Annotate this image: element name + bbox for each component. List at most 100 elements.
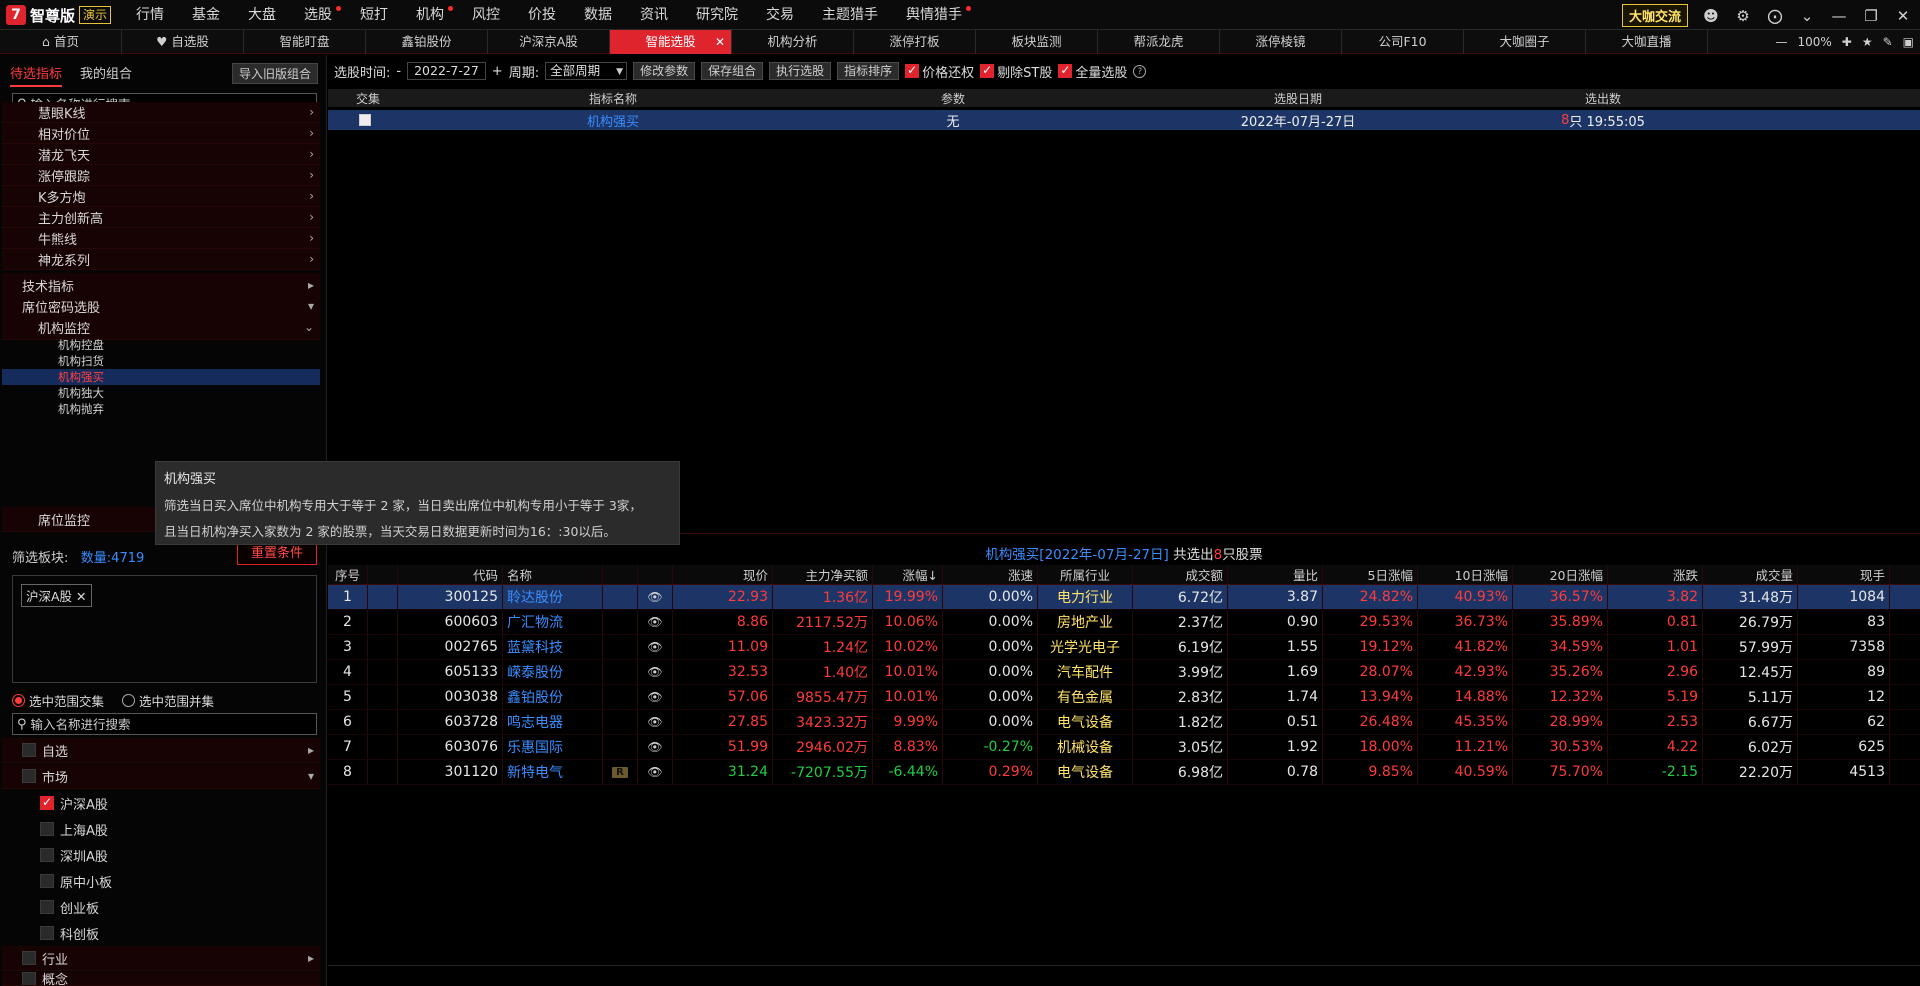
fullscreen-icon[interactable]: ▣ [1903,35,1914,49]
stock-code[interactable]: 301120 [398,760,503,784]
col-indicator-name[interactable]: 指标名称 [408,89,818,107]
chip-close-icon[interactable]: ✕ [76,589,86,604]
menu-item-3[interactable]: 选股 [290,0,346,30]
col-header-10[interactable]: 所属行业 [1038,565,1133,584]
market-item-5[interactable]: 科创板 [2,920,320,946]
tree-group-2[interactable]: 潜龙飞天 › [2,144,320,165]
exclude-st-checkbox[interactable]: 剔除ST股 [980,62,1052,81]
radio-intersect[interactable]: 选中范围交集 [12,691,104,710]
checkbox-icon[interactable] [359,114,371,126]
tab-4[interactable]: 沪深京A股 [488,30,610,54]
col-count[interactable]: 选出数 [1508,89,1698,107]
restore-icon[interactable]: ❐ [1862,7,1880,25]
checkbox-icon[interactable] [22,972,36,985]
checkbox-icon[interactable] [40,848,54,862]
inst-item-0[interactable]: 机构控盘 [2,337,320,353]
menu-item-10[interactable]: 研究院 [682,0,752,30]
compass-icon[interactable]: ⨀ [1766,7,1784,25]
tab-my-combos[interactable]: 我的组合 [80,63,132,87]
col-header-16[interactable]: 涨跌 [1608,565,1703,584]
checkbox-icon[interactable] [22,951,36,965]
col-header-0[interactable]: 序号 [328,565,368,584]
stock-code[interactable]: 603728 [398,710,503,734]
eye-icon[interactable]: 👁 [647,640,662,654]
watch[interactable]: 👁 [638,760,673,784]
tree-group-3[interactable]: 涨停跟踪 › [2,165,320,186]
execute-screen-button[interactable]: 执行选股 [769,62,832,80]
date-minus-button[interactable]: - [396,64,401,79]
stock-code[interactable]: 605133 [398,660,503,684]
market-item-3[interactable]: 原中小板 [2,868,320,894]
table-row[interactable]: 1 300125 聆达股份 👁 22.93 1.36亿 19.99% 0.00% 电力行业 6.7… [328,585,1920,610]
table-row[interactable]: 6 603728 鸣志电器 👁 27.85 3423.32万 9.99% 0.00% 电气设备 1… [328,710,1920,735]
indicator-name[interactable]: 机构强买 [408,110,818,130]
settings-icon[interactable]: ⚙ [1734,7,1752,25]
big-cafe-button[interactable]: 大咖交流 [1621,4,1688,27]
pen-icon[interactable]: ✎ [1883,35,1893,49]
checkbox-icon[interactable] [40,874,54,888]
table-row[interactable]: 7 603076 乐惠国际 👁 51.99 2946.02万 8.83% -0.27% 机械设备… [328,735,1920,760]
tree-group-0[interactable]: 慧眼K线 › [2,102,320,123]
market-item-0[interactable]: 沪深A股 [2,790,320,816]
indicator-row[interactable]: 机构强买 无 2022年-07月-27日 8只 19:55:05 [328,110,1920,130]
tab-1[interactable]: ♥ 自选股 [122,30,244,54]
close-icon[interactable]: ✕ [1894,7,1912,25]
tree-group-5[interactable]: 主力创新高 › [2,207,320,228]
sort-indicators-button[interactable]: 指标排序 [837,62,900,80]
menu-item-9[interactable]: 资讯 [626,0,682,30]
tab-10[interactable]: 涨停棱镜 [1220,30,1342,54]
menu-item-13[interactable]: 舆情猎手 [892,0,976,30]
eye-icon[interactable]: 👁 [647,615,662,629]
col-header-7[interactable]: 主力净买额 [773,565,873,584]
eye-icon[interactable]: 👁 [647,715,662,729]
col-header-5[interactable] [638,565,673,584]
user-icon[interactable]: ☻ [1702,7,1720,25]
inst-item-4[interactable]: 机构抛弃 [2,401,320,417]
checkbox-icon[interactable] [40,822,54,836]
menu-item-0[interactable]: 行情 [122,0,178,30]
menu-item-8[interactable]: 数据 [570,0,626,30]
col-header-18[interactable]: 现手 [1798,565,1890,584]
col-header-12[interactable]: 量比 [1228,565,1323,584]
stock-code[interactable]: 002765 [398,635,503,659]
stock-code[interactable]: 300125 [398,585,503,609]
tab-7[interactable]: 涨停打板 [854,30,976,54]
col-header-9[interactable]: 涨速 [943,565,1038,584]
checkbox-icon[interactable] [22,743,36,757]
period-select[interactable]: 全部周期 [545,62,628,80]
eye-icon[interactable]: 👁 [647,690,662,704]
inst-item-2[interactable]: 机构强买 [2,369,320,385]
col-param[interactable]: 参数 [818,89,1088,107]
tree-concept[interactable]: 概念 [2,972,320,986]
tree-self-select[interactable]: 自选 ▸ [2,738,320,763]
col-date[interactable]: 选股日期 [1088,89,1508,107]
stock-name[interactable]: 蓝黛科技 [503,635,603,659]
eye-icon[interactable]: 👁 [647,590,662,604]
tab-12[interactable]: 大咖圈子 [1464,30,1586,54]
stock-code[interactable]: 003038 [398,685,503,709]
col-header-2[interactable]: 代码 [398,565,503,584]
tab-6[interactable]: 机构分析 [732,30,854,54]
table-row[interactable]: 2 600603 广汇物流 👁 8.86 2117.52万 10.06% 0.00% 房地产业 2… [328,610,1920,635]
menu-item-4[interactable]: 短打 [346,0,402,30]
inst-item-1[interactable]: 机构扫货 [2,353,320,369]
market-item-4[interactable]: 创业板 [2,894,320,920]
col-header-13[interactable]: 5日涨幅 [1323,565,1418,584]
scope-chip[interactable]: 沪深A股 ✕ [21,584,92,607]
checkbox-checked-icon[interactable] [40,795,54,810]
stock-name[interactable]: 嵘泰股份 [503,660,603,684]
table-row[interactable]: 4 605133 嵘泰股份 👁 32.53 1.40亿 10.01% 0.00% 汽车配件 3.9… [328,660,1920,685]
tree-market[interactable]: 市场 ▾ [2,764,320,789]
checkbox-icon[interactable] [40,900,54,914]
market-item-2[interactable]: 深圳A股 [2,842,320,868]
tree-group-6[interactable]: 牛熊线 › [2,228,320,249]
eye-icon[interactable]: 👁 [647,665,662,679]
stock-name[interactable]: 鸣志电器 [503,710,603,734]
zoom-in-icon[interactable]: ✚ [1842,35,1852,49]
full-screen-checkbox[interactable]: 全量选股 [1058,62,1127,81]
tree-group-7[interactable]: 神龙系列 › [2,249,320,270]
tab-5[interactable]: 智能选股 ✕ [610,30,732,54]
date-field[interactable]: 2022-7-27 [407,62,486,80]
watch[interactable]: 👁 [638,710,673,734]
tab-8[interactable]: 板块监测 [976,30,1098,54]
